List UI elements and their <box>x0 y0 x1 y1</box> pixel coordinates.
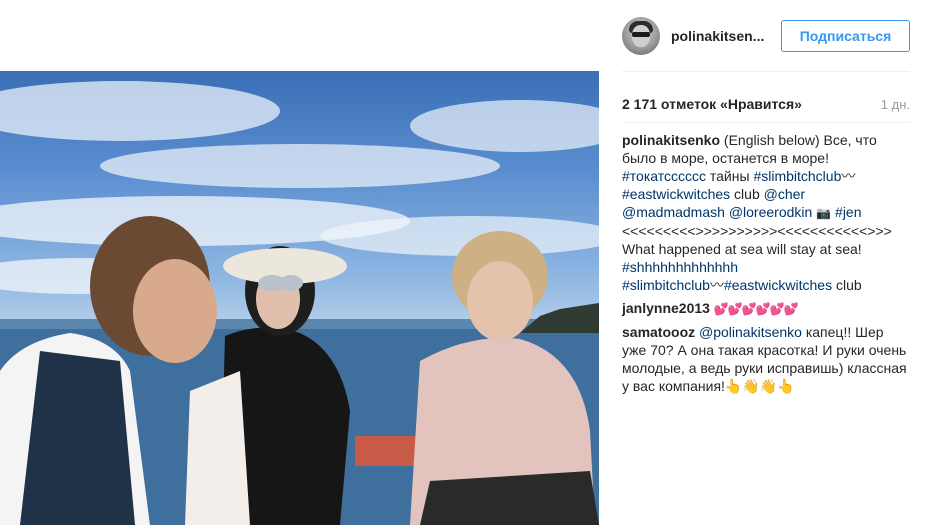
caption-text-2: тайны <box>706 168 754 184</box>
caption-text-4: club <box>730 186 764 202</box>
caption: polinakitsenko (English below) Все, что … <box>622 131 910 294</box>
likes-divider <box>622 122 910 123</box>
caption-english: What happened at sea will stay at sea! <box>622 241 862 257</box>
hashtag-link[interactable]: #eastwickwitches <box>724 277 832 293</box>
wave-glyph: 〰 <box>709 277 724 293</box>
comment-item: janlynne2013 💕💕💕💕💕💕 <box>622 299 910 318</box>
comment-username[interactable]: janlynne2013 <box>622 300 710 316</box>
comment-item: samatoooz @polinakitsenko капец!! Шер уж… <box>622 323 910 395</box>
caption-text-5: club <box>832 277 862 293</box>
hashtag-link[interactable]: #shhhhhhhhhhhhh <box>622 259 738 275</box>
mention-link[interactable]: @polinakitsenko <box>699 324 802 340</box>
follow-button[interactable]: Подписаться <box>781 20 910 52</box>
hashtag-link[interactable]: #токатсссссс <box>622 168 706 184</box>
likes-row: 2 171 отметок «Нравится» 1 дн. <box>622 96 910 114</box>
header-divider <box>622 71 910 72</box>
hashtag-link[interactable]: #jen <box>835 204 861 220</box>
caption-separator: <<<<<<<<<>>>>>>>>>><<<<<<<<<<<>>> <box>622 223 892 239</box>
mention-link[interactable]: @madmadmash <box>622 204 725 220</box>
likes-count[interactable]: 2 171 отметок «Нравится» <box>622 96 802 112</box>
mention-link[interactable]: @cher <box>764 186 805 202</box>
hearts-emoji: 💕💕💕💕💕💕 <box>713 302 799 316</box>
hashtag-link[interactable]: #slimbitchclub <box>622 277 710 293</box>
wave-glyph: 〰 <box>841 168 856 184</box>
comments-list: polinakitsenko (English below) Все, что … <box>622 131 910 400</box>
avatar[interactable] <box>622 16 660 55</box>
header-username[interactable]: polinakitsen... <box>671 28 771 44</box>
post-time[interactable]: 1 дн. <box>881 97 910 112</box>
hashtag-link[interactable]: #slimbitchclub <box>753 168 841 184</box>
mention-link[interactable]: @loreerodkin <box>729 204 812 220</box>
camera-icon: 📷 <box>816 206 832 220</box>
caption-username[interactable]: polinakitsenko <box>622 132 720 148</box>
photo-scene <box>0 81 599 525</box>
post-header: polinakitsen... Подписаться <box>600 0 928 71</box>
post-photo[interactable] <box>0 71 599 525</box>
comment-username[interactable]: samatoooz <box>622 324 695 340</box>
hashtag-link[interactable]: #eastwickwitches <box>622 186 730 202</box>
